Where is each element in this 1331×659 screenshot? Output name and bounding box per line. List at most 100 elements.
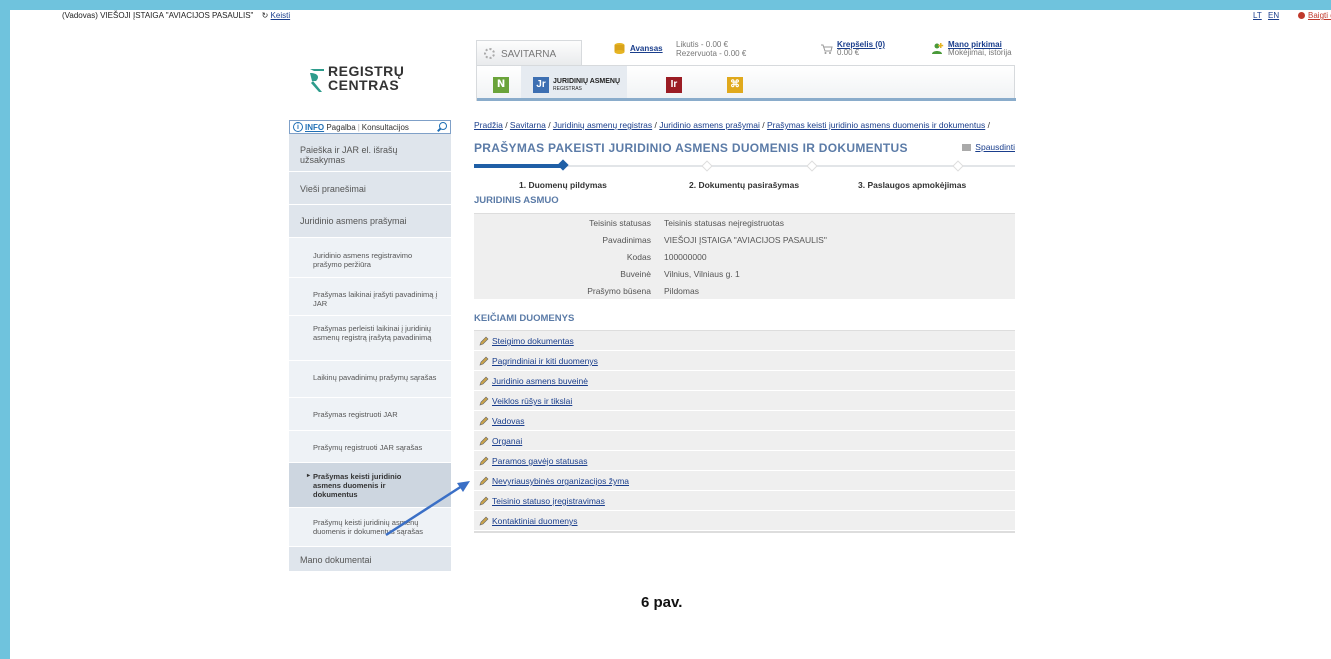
savitarna-label: SAVITARNA <box>501 49 557 60</box>
step-3-marker <box>806 160 818 172</box>
logo-line1: REGISTRŲ <box>328 63 405 79</box>
list-item: Nevyriausybinės organizacijos žyma <box>474 471 1015 491</box>
info-key: Kodas <box>626 252 651 262</box>
breadcrumb: Pradžia / Savitarna / Juridinių asmenų r… <box>474 120 1015 132</box>
printer-icon <box>962 144 972 151</box>
breadcrumb-sep: / <box>759 120 767 130</box>
sidebar-item-label: Prašymų registruoti JAR sąrašas <box>313 443 423 452</box>
change-link-main-data[interactable]: Pagrindiniai ir kiti duomenys <box>492 356 598 366</box>
sidebar-subitem-register-jar-list[interactable]: Prašymų registruoti JAR sąrašas <box>289 431 451 463</box>
help-link[interactable]: Pagalba <box>326 123 355 132</box>
change-link-activities[interactable]: Veiklos rūšys ir tikslai <box>492 396 572 406</box>
gear-icon <box>484 48 495 59</box>
breadcrumb-savitarna[interactable]: Savitarna <box>510 120 546 130</box>
sidebar-item-legal-requests[interactable]: Juridinio asmens prašymai <box>289 205 451 238</box>
edit-pencil-icon <box>479 376 489 386</box>
breadcrumb-current[interactable]: Prašymas keisti juridinio asmens duomeni… <box>767 120 985 130</box>
sidebar-item-label: Prašymų keisti juridinių asmenų duomenis… <box>313 518 424 536</box>
info-link[interactable]: INFO <box>305 123 324 132</box>
info-links: INFO Pagalba | Konsultacijos <box>305 123 409 132</box>
sidebar-item-label: Juridinio asmens prašymai <box>300 216 407 226</box>
lang-en-link[interactable]: EN <box>1268 11 1279 20</box>
sidebar-subitem-transfer-name[interactable]: Prašymas perleisti laikinai į juridinių … <box>289 316 451 361</box>
current-user-text: (Vadovas) VIEŠOJI ĮSTAIGA "AVIACIJOS PAS… <box>62 11 254 20</box>
change-user-link[interactable]: ↻ Keisti <box>262 11 291 20</box>
step-1-label: 1. Duomenų pildymas <box>519 180 607 190</box>
language-switcher: LT EN <box>1253 11 1283 20</box>
search-icon[interactable] <box>439 122 447 130</box>
sidebar-subitem-register-jar[interactable]: Prašymas registruoti JAR <box>289 398 451 431</box>
change-link-legal-status[interactable]: Teisinio statuso įregistravimas <box>492 496 605 506</box>
sidebar-subitem-change-data-active[interactable]: Prašymas keisti juridinio asmens duomeni… <box>289 463 451 508</box>
sidebar-item-label: Laikinų pavadinimų prašymų sąrašas <box>313 373 437 382</box>
print-link[interactable]: Spausdinti <box>962 142 1015 152</box>
edit-pencil-icon <box>479 336 489 346</box>
info-value: VIEŠOJI ĮSTAIGA "AVIACIJOS PASAULIS" <box>664 235 827 245</box>
change-link-bodies[interactable]: Organai <box>492 436 522 446</box>
sidebar-subitem-registration-review[interactable]: Juridinio asmens registravimo prašymo pe… <box>289 238 451 278</box>
info-row: Kodas 100000000 <box>474 248 1015 265</box>
current-user: (Vadovas) VIEŠOJI ĮSTAIGA "AVIACIJOS PAS… <box>62 11 290 20</box>
registry-yellow-icon[interactable]: ⌘ <box>727 77 743 93</box>
change-link-support-recipient[interactable]: Paramos gavėjo statusas <box>492 456 587 466</box>
registry-red-icon[interactable]: Ir <box>666 77 682 93</box>
savitarna-tab[interactable]: SAVITARNA <box>476 40 582 66</box>
info-row: Pavadinimas VIEŠOJI ĮSTAIGA "AVIACIJOS PA… <box>474 231 1015 248</box>
breadcrumb-requests[interactable]: Juridinio asmens prašymai <box>659 120 760 130</box>
change-link-manager[interactable]: Vadovas <box>492 416 524 426</box>
registry-tabs-underline <box>477 98 1016 101</box>
logo-line2: CENTRAS <box>328 77 400 93</box>
sidebar-item-search[interactable]: Paieška ir JAR el. išrašų užsakymas <box>289 134 451 172</box>
window-frame-left <box>0 0 10 659</box>
list-item: Veiklos rūšys ir tikslai <box>474 391 1015 411</box>
consultations-link[interactable]: Konsultacijos <box>362 123 409 132</box>
breadcrumb-home[interactable]: Pradžia <box>474 120 503 130</box>
progress-fill <box>474 164 562 168</box>
power-icon <box>1298 12 1305 19</box>
change-link-seat[interactable]: Juridinio asmens buveinė <box>492 376 588 386</box>
sidebar-subitem-change-data-list[interactable]: Prašymų keisti juridinių asmenų duomenis… <box>289 508 451 547</box>
change-link-contacts[interactable]: Kontaktiniai duomenys <box>492 516 578 526</box>
lang-lt-link[interactable]: LT <box>1253 11 1262 20</box>
info-value: Teisinis statusas neįregistruotas <box>664 218 785 228</box>
registru-centras-logo[interactable]: REGISTRŲ CENTRAS <box>308 62 418 98</box>
change-link-ngo-mark[interactable]: Nevyriausybinės organizacijos žyma <box>492 476 629 486</box>
jar-tab-label: JURIDINIŲ ASMENŲ REGISTRAS <box>553 78 620 93</box>
edit-pencil-icon <box>479 416 489 426</box>
figure-caption: 6 pav. <box>641 594 683 611</box>
sidebar-item-label: Mano dokumentai <box>300 555 372 565</box>
step-4-marker <box>952 160 964 172</box>
jar-registry-tab[interactable]: Jr JURIDINIŲ ASMENŲ REGISTRAS <box>521 66 627 100</box>
logo-mark-icon <box>310 69 324 92</box>
list-item: Kontaktiniai duomenys <box>474 511 1015 531</box>
print-label[interactable]: Spausdinti <box>975 142 1015 152</box>
sidebar-item-public-notices[interactable]: Vieši pranešimai <box>289 172 451 205</box>
change-link-founding-document[interactable]: Steigimo dokumentas <box>492 336 574 346</box>
logout-link[interactable]: Baigti darbą <box>1298 11 1331 20</box>
purchases-sub: Mokėjimai, istorija <box>948 48 1012 57</box>
list-item: Organai <box>474 431 1015 451</box>
sidebar-item-label: Prašymas registruoti JAR <box>313 410 398 419</box>
main-content: Pradžia / Savitarna / Juridinių asmenų r… <box>474 120 1015 533</box>
avansas-link[interactable]: Avansas <box>630 44 663 53</box>
registry-green-icon[interactable]: 𝗡 <box>493 77 509 93</box>
sidebar-subitem-temporary-name[interactable]: Prašymas laikinai įrašyti pavadinimą į J… <box>289 278 451 316</box>
coins-icon <box>614 43 625 54</box>
sidebar-item-my-documents[interactable]: Mano dokumentai <box>289 547 451 572</box>
change-user-label[interactable]: Keisti <box>271 11 291 20</box>
sidebar-item-label: Vieši pranešimai <box>300 184 366 194</box>
list-item: Paramos gavėjo statusas <box>474 451 1015 471</box>
info-search-box[interactable]: i INFO Pagalba | Konsultacijos <box>289 120 451 134</box>
info-value: 100000000 <box>664 252 707 262</box>
list-item: Vadovas <box>474 411 1015 431</box>
breadcrumb-jar[interactable]: Juridinių asmenų registras <box>553 120 652 130</box>
info-row: Buveinė Vilnius, Vilniaus g. 1 <box>474 265 1015 282</box>
sidebar-subitem-temporary-names-list[interactable]: Laikinų pavadinimų prašymų sąrašas <box>289 361 451 398</box>
step-3-label: 3. Paslaugos apmokėjimas <box>858 180 967 190</box>
logout-label[interactable]: Baigti darbą <box>1308 11 1331 20</box>
top-bar: (Vadovas) VIEŠOJI ĮSTAIGA "AVIACIJOS PAS… <box>10 10 1331 22</box>
sidebar-item-label: Juridinio asmens registravimo prašymo pe… <box>313 251 413 269</box>
list-item: Pagrindiniai ir kiti duomenys <box>474 351 1015 371</box>
registry-tabs: 𝗡 Jr JURIDINIŲ ASMENŲ REGISTRAS Ir ⌘ <box>476 65 1016 101</box>
breadcrumb-sep: / <box>545 120 553 130</box>
